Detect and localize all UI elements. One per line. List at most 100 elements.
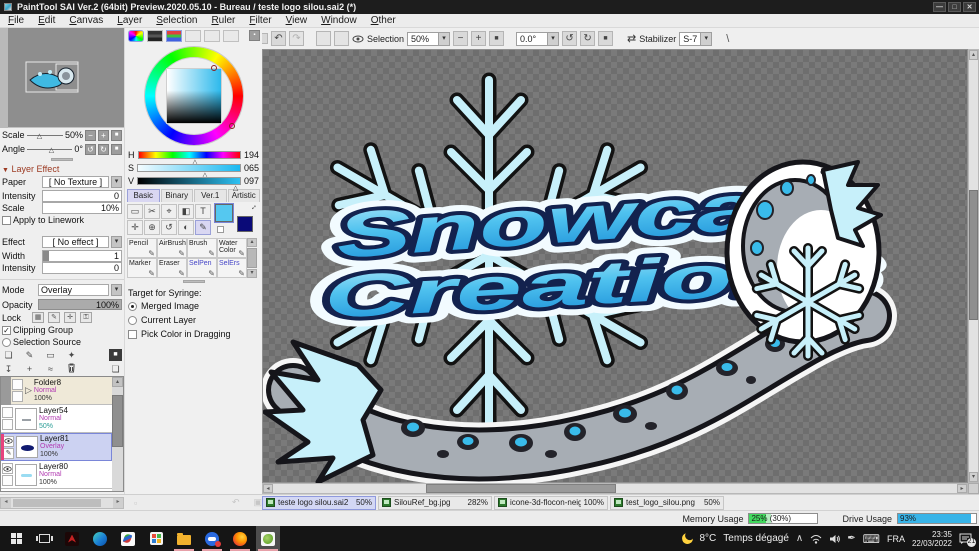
zoom-dropdown-icon[interactable]: ▾: [438, 32, 450, 45]
paper-scale-value[interactable]: 10%: [42, 202, 122, 214]
layer-set-button[interactable]: ❏: [109, 363, 122, 375]
effect-width-value[interactable]: 1: [42, 250, 122, 262]
pick-color-dragging-checkbox[interactable]: [128, 329, 137, 339]
visibility-toggle[interactable]: [2, 491, 13, 492]
scroll-up-icon[interactable]: ▴: [247, 238, 257, 247]
lasso-tool[interactable]: ✂: [144, 204, 160, 219]
zoom-in-button[interactable]: +: [471, 31, 487, 46]
layer-panel-horizontal-scrollbar[interactable]: ◂ ▸: [0, 496, 124, 509]
taskbar-app-explorer[interactable]: [172, 526, 196, 551]
panel-collapse-button[interactable]: ▪: [249, 30, 260, 41]
scroll-right-icon[interactable]: ▸: [113, 497, 123, 508]
rotate-ccw-button[interactable]: ↺: [562, 31, 578, 46]
scratch-clear-icon[interactable]: ▫: [134, 498, 137, 508]
layer-effect-header[interactable]: ▼ Layer Effect: [0, 163, 124, 174]
hsv-slider-tab-icon[interactable]: [166, 30, 182, 42]
scratchpad-tab-icon[interactable]: [223, 30, 239, 42]
transparent-color-icon[interactable]: [217, 226, 224, 233]
taskbar-app-game[interactable]: [200, 526, 224, 551]
flip-tool[interactable]: ◐: [178, 220, 194, 235]
scratch-save-icon[interactable]: ▣: [253, 497, 262, 508]
current-layer-radio[interactable]: [128, 315, 137, 325]
scrollbar-thumb[interactable]: [426, 484, 616, 493]
visibility-toggle[interactable]: [12, 379, 23, 390]
angle-reset-button[interactable]: ■: [598, 31, 614, 46]
canvas-vertical-scrollbar[interactable]: ▴ ▾: [968, 49, 979, 483]
layer-row-layer54[interactable]: Layer54 Normal 50%: [1, 405, 112, 433]
flip-icon[interactable]: ⇄: [627, 32, 636, 45]
new-linework-layer-button[interactable]: ✎: [23, 349, 36, 361]
nav-rotate-cw-button[interactable]: ↻: [98, 143, 109, 155]
menu-view[interactable]: View: [286, 15, 308, 26]
visibility-toggle[interactable]: [2, 407, 13, 418]
menu-edit[interactable]: Edit: [38, 15, 55, 26]
scrollbar-thumb[interactable]: [247, 248, 257, 268]
taskbar-app-red[interactable]: [60, 526, 84, 551]
wifi-icon[interactable]: [810, 534, 822, 544]
color-wheel-tab-icon[interactable]: [128, 30, 144, 42]
doc-tab[interactable]: test_logo_silou.png 50%: [610, 495, 724, 510]
selection-undo-button[interactable]: [316, 31, 331, 46]
scrollbar-thumb[interactable]: [13, 498, 101, 507]
effect-value[interactable]: [ No effect ]: [42, 236, 109, 248]
tab-binary[interactable]: Binary: [160, 189, 193, 202]
brush-marker[interactable]: Marker ✎: [127, 258, 157, 278]
brush-watercolor[interactable]: Water Color ✎: [217, 238, 247, 258]
folder-expand-icon[interactable]: ▷: [25, 385, 32, 396]
taskbar-app-sai-active[interactable]: [256, 526, 280, 551]
nav-rotate-reset-button[interactable]: ■: [111, 143, 122, 155]
scroll-left-icon[interactable]: ◂: [263, 484, 273, 493]
doc-tab-active[interactable]: teste logo silou.sai2 50%: [262, 495, 376, 510]
canvas[interactable]: Snowcat Creations Snowcat Creations: [261, 49, 968, 487]
tray-expand-icon[interactable]: ∧: [796, 533, 803, 544]
lock-all-icon[interactable]: ⚿: [80, 312, 92, 323]
menu-window[interactable]: Window: [321, 15, 357, 26]
doc-tab[interactable]: SilouRef_bg.jpg 282%: [378, 495, 492, 510]
brush-airbrush[interactable]: AirBrush ✎: [157, 238, 187, 258]
visibility-toggle[interactable]: [3, 435, 14, 447]
effect-dropdown-icon[interactable]: ▾: [111, 236, 122, 248]
gradient-tool[interactable]: ◧: [178, 204, 194, 219]
stabilizer-combo[interactable]: S-7 ▾: [679, 31, 713, 46]
layer-row-folder8[interactable]: ▷ Folder8 Normal 100%: [11, 377, 112, 405]
selection-redo-button[interactable]: [334, 31, 349, 46]
clear-layer-button[interactable]: ≈: [44, 363, 57, 375]
delete-layer-button[interactable]: [65, 363, 78, 375]
scroll-down-icon[interactable]: ▾: [247, 269, 257, 278]
zoom-tool[interactable]: ⊕: [144, 220, 160, 235]
mixer-tab-icon[interactable]: [185, 30, 201, 42]
navigator-scale-slider[interactable]: △: [26, 133, 63, 140]
color-wheel[interactable]: [144, 47, 243, 145]
rect-select-tool[interactable]: ▭: [127, 204, 143, 219]
magic-wand-tool[interactable]: ⌖: [161, 204, 177, 219]
nav-rotate-ccw-button[interactable]: ↺: [85, 143, 96, 155]
selection-visibility-icon[interactable]: [352, 35, 364, 43]
doc-tab[interactable]: icone-3d-flocon-neig... 100%: [494, 495, 608, 510]
rotate-cw-button[interactable]: ↻: [580, 31, 596, 46]
opacity-slider[interactable]: 100%: [38, 299, 122, 310]
selection-source-radio[interactable]: [2, 337, 11, 347]
start-button[interactable]: [4, 526, 28, 551]
lock-move-icon[interactable]: ✛: [64, 312, 76, 323]
menu-layer[interactable]: Layer: [117, 15, 142, 26]
clock[interactable]: 23:35 22/03/2022: [912, 530, 952, 548]
brush-brush[interactable]: Brush ✎: [187, 238, 217, 258]
minimize-button[interactable]: —: [933, 2, 946, 12]
touch-keyboard-icon[interactable]: ⌨: [863, 532, 880, 546]
navigator-preview[interactable]: [0, 28, 124, 128]
scroll-up-icon[interactable]: ▴: [969, 50, 978, 60]
taskbar-app-store[interactable]: [144, 526, 168, 551]
nav-zoom-out-button[interactable]: −: [85, 129, 96, 141]
eyedropper-tool[interactable]: ✎: [195, 220, 211, 235]
scroll-left-icon[interactable]: ◂: [1, 497, 11, 508]
menu-file[interactable]: File: [8, 15, 24, 26]
brush-list-scrollbar[interactable]: ▴ ▾: [247, 238, 257, 278]
paper-dropdown-icon[interactable]: ▾: [111, 176, 122, 188]
scroll-up-icon[interactable]: ▴: [112, 377, 123, 387]
apply-linework-checkbox[interactable]: [2, 215, 11, 225]
panel-resize-handle[interactable]: [51, 158, 73, 161]
zoom-reset-button[interactable]: ■: [489, 31, 505, 46]
weather-desc[interactable]: Temps dégagé: [723, 533, 789, 544]
merged-image-radio[interactable]: [128, 301, 137, 311]
taskbar-app-firefox[interactable]: [228, 526, 252, 551]
